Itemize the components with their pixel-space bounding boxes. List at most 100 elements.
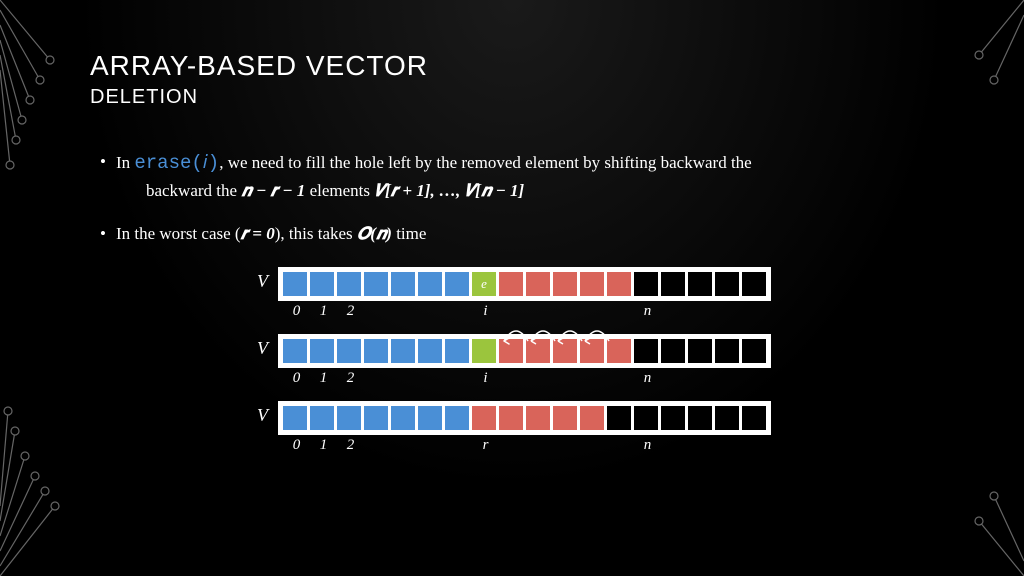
index-label	[661, 370, 688, 387]
index-label: i	[472, 370, 499, 387]
index-label	[418, 303, 445, 320]
index-label: n	[634, 370, 661, 387]
array-cell	[715, 406, 739, 430]
erase-call: erase(𝑖)	[134, 152, 219, 174]
index-label	[742, 303, 769, 320]
array-cell	[337, 406, 361, 430]
math-expression: 𝑶(𝒏)	[357, 224, 392, 243]
index-label	[607, 437, 634, 454]
array-cell	[715, 339, 739, 363]
bullet-text-fragment: In the worst case (	[116, 224, 241, 243]
index-label: 2	[337, 370, 364, 387]
array-cell	[418, 339, 442, 363]
array-cell	[634, 406, 658, 430]
index-label	[715, 303, 742, 320]
array-cell	[418, 272, 442, 296]
bullet-icon: •	[100, 149, 106, 203]
index-label	[607, 370, 634, 387]
index-label	[688, 303, 715, 320]
index-label	[418, 370, 445, 387]
array-container	[278, 334, 771, 368]
array-cell	[391, 406, 415, 430]
array-cell	[364, 339, 388, 363]
array-indices: 012rn	[283, 437, 771, 454]
bullet-text-fragment: backward the	[146, 181, 241, 200]
array-cell	[364, 406, 388, 430]
index-label	[526, 303, 553, 320]
array-cell	[607, 272, 631, 296]
array-cell	[607, 339, 631, 363]
index-label	[742, 437, 769, 454]
array-cell	[310, 406, 334, 430]
array-label: V	[250, 267, 278, 292]
index-label	[553, 437, 580, 454]
index-label: 0	[283, 437, 310, 454]
array-cell	[526, 272, 550, 296]
index-label	[391, 437, 418, 454]
index-label	[553, 370, 580, 387]
index-label	[499, 303, 526, 320]
index-label: 1	[310, 303, 337, 320]
array-cell	[580, 272, 604, 296]
bullet-text-fragment: time	[392, 224, 426, 243]
array-label: V	[250, 334, 278, 359]
index-label	[688, 437, 715, 454]
array-row-2: V 012in	[250, 334, 944, 387]
array-cell	[688, 272, 712, 296]
array-cell	[742, 272, 766, 296]
index-label: 0	[283, 303, 310, 320]
index-label: 0	[283, 370, 310, 387]
array-cell	[310, 339, 334, 363]
array-cell	[742, 339, 766, 363]
index-label	[607, 303, 634, 320]
array-cell	[634, 339, 658, 363]
array-cell	[553, 272, 577, 296]
array-cell	[580, 406, 604, 430]
array-cell	[499, 406, 523, 430]
index-label	[364, 370, 391, 387]
array-cell	[499, 272, 523, 296]
array-cell: e	[472, 272, 496, 296]
array-cell	[391, 339, 415, 363]
index-label	[526, 437, 553, 454]
index-label	[553, 303, 580, 320]
array-cell	[310, 272, 334, 296]
index-label	[526, 370, 553, 387]
array-row-1: V e 012in	[250, 267, 944, 320]
index-label	[580, 303, 607, 320]
bullet-text-fragment: In	[116, 153, 134, 172]
array-cell	[553, 339, 577, 363]
index-label	[499, 437, 526, 454]
bullet-text-fragment: ), this takes	[275, 224, 357, 243]
array-cell	[526, 339, 550, 363]
array-container	[278, 401, 771, 435]
index-label	[391, 303, 418, 320]
bullet-item: • In erase(𝑖), we need to fill the hole …	[100, 149, 944, 203]
index-label: r	[472, 437, 499, 454]
array-cell	[391, 272, 415, 296]
bullet-list: • In erase(𝑖), we need to fill the hole …	[100, 149, 944, 247]
index-label	[742, 370, 769, 387]
array-cell	[607, 406, 631, 430]
array-cell	[364, 272, 388, 296]
index-label: i	[472, 303, 499, 320]
index-label	[445, 370, 472, 387]
index-label	[580, 437, 607, 454]
index-label	[661, 437, 688, 454]
array-cell	[526, 406, 550, 430]
index-label: n	[634, 303, 661, 320]
array-cell	[445, 272, 469, 296]
array-cell	[688, 339, 712, 363]
math-expression: 𝒏 − 𝒓 − 1	[241, 181, 305, 200]
array-cell	[634, 272, 658, 296]
index-label: n	[634, 437, 661, 454]
array-cell	[337, 339, 361, 363]
array-cell	[445, 339, 469, 363]
array-cell	[472, 406, 496, 430]
array-cell	[283, 339, 307, 363]
array-cell	[283, 406, 307, 430]
bullet-text-fragment: elements	[310, 181, 375, 200]
array-cell	[337, 272, 361, 296]
index-label	[364, 437, 391, 454]
array-cell	[661, 406, 685, 430]
